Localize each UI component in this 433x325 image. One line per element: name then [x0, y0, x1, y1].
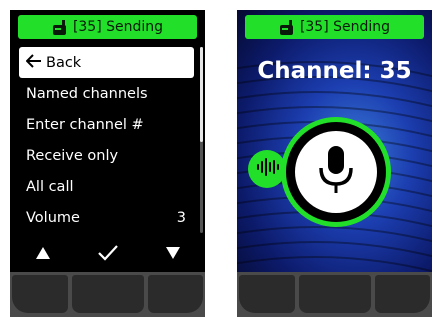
- hardware-button-center[interactable]: [72, 275, 144, 313]
- menu-item-label: All call: [26, 178, 74, 195]
- menu-item-receive-only[interactable]: Receive only: [19, 140, 194, 171]
- channel-title: Channel: 35: [257, 58, 412, 84]
- push-to-talk-button[interactable]: [281, 117, 391, 227]
- volume-value: 3: [176, 209, 186, 226]
- menu-item-label: Receive only: [26, 147, 119, 164]
- hardware-button-right[interactable]: [375, 275, 430, 313]
- hardware-button-bar: [10, 272, 205, 317]
- menu-item-label: Enter channel #: [26, 116, 144, 133]
- status-bar: [35] Sending: [18, 15, 197, 39]
- hardware-button-bar: [237, 272, 432, 317]
- hardware-button-right[interactable]: [148, 275, 203, 313]
- status-text: [35] Sending: [299, 19, 391, 35]
- scrollbar[interactable]: [200, 47, 203, 233]
- arrow-left-icon: [25, 53, 42, 72]
- menu-item-label: Named channels: [26, 85, 148, 102]
- menu-item-all-call[interactable]: All call: [19, 171, 194, 202]
- waveform-icon: [255, 157, 279, 181]
- voice-activity-indicator: [248, 150, 286, 188]
- scroll-thumb[interactable]: [200, 47, 203, 142]
- status-text: [35] Sending: [72, 19, 164, 35]
- radio-handset-icon: [52, 19, 67, 35]
- hardware-button-left[interactable]: [12, 275, 68, 313]
- left-device: [35] Sending Back Named channels Enter c…: [10, 10, 205, 317]
- down-arrow-icon[interactable]: [158, 242, 188, 264]
- menu-list: Back Named channels Enter channel # Rece…: [19, 47, 194, 233]
- menu-item-named-channels[interactable]: Named channels: [19, 78, 194, 109]
- menu-item-label: Back: [46, 54, 82, 71]
- menu-item-label: Volume: [26, 209, 80, 226]
- menu-item-back[interactable]: Back: [19, 47, 194, 78]
- soft-key-row: [10, 242, 205, 264]
- right-device: [35] Sending Channel: 35: [237, 10, 432, 317]
- microphone-icon: [316, 144, 356, 200]
- menu-item-enter-channel[interactable]: Enter channel #: [19, 109, 194, 140]
- menu-item-volume[interactable]: Volume 3: [19, 202, 194, 233]
- hardware-button-left[interactable]: [239, 275, 295, 313]
- check-icon[interactable]: [93, 242, 123, 264]
- status-bar: [35] Sending: [245, 15, 424, 39]
- up-arrow-icon[interactable]: [28, 242, 58, 264]
- radio-handset-icon: [279, 19, 294, 35]
- hardware-button-center[interactable]: [299, 275, 371, 313]
